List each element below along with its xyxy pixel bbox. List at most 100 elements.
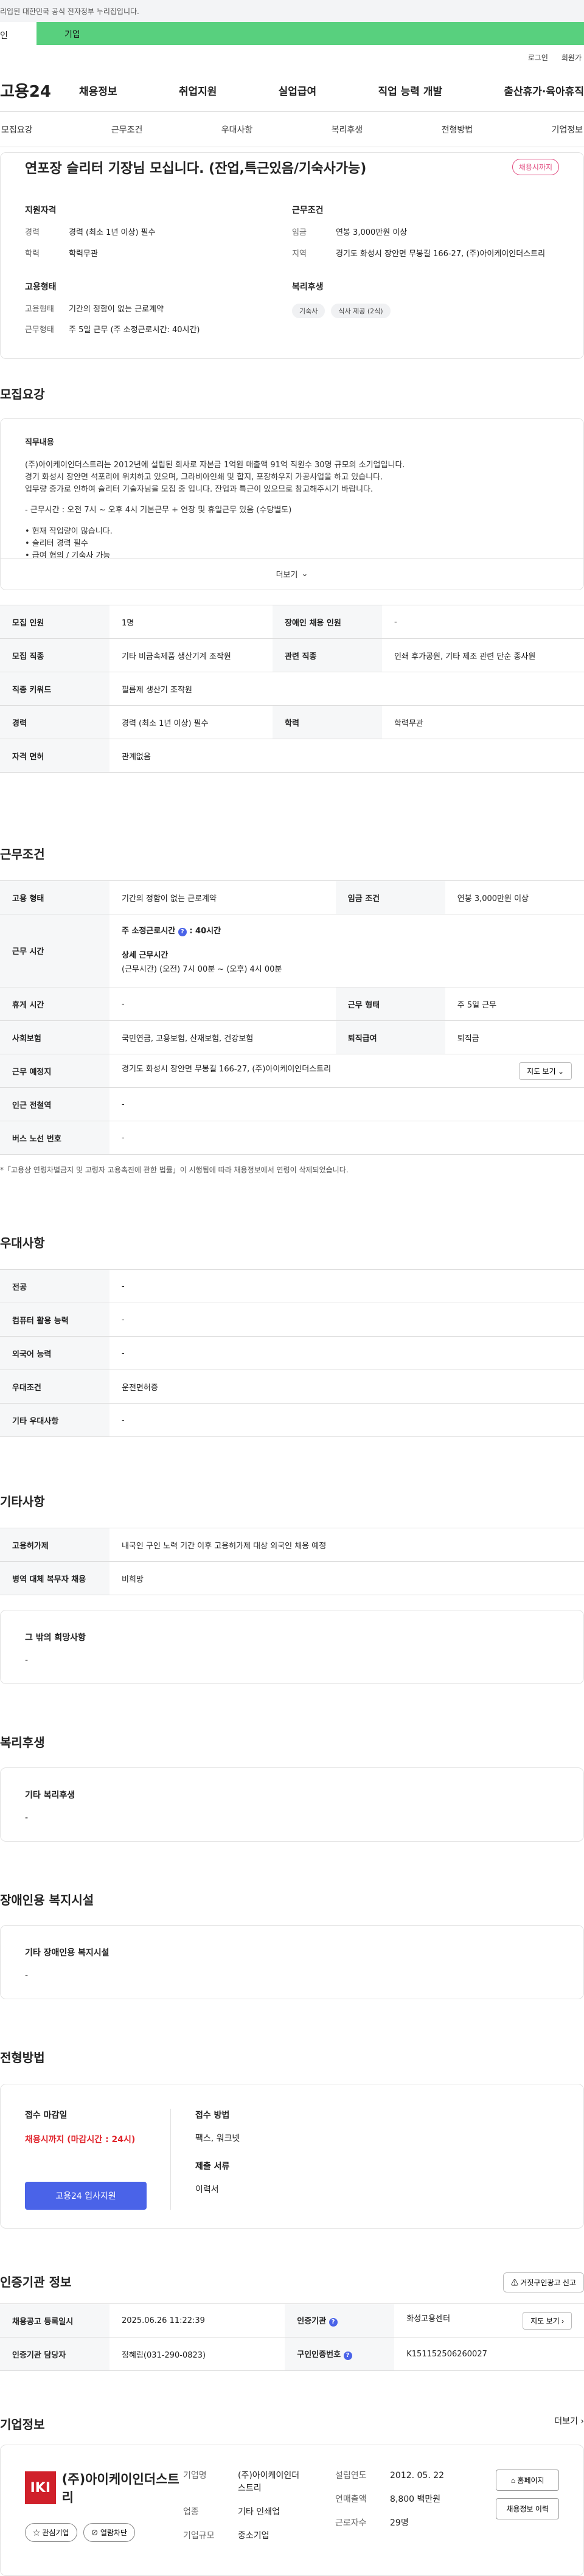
recruit-table: 모집 인원 1명 장애인 채용 인원 - 모집 직종 기타 비금속제품 생산기계… [0, 605, 584, 773]
cell-key: 경력 [0, 705, 109, 739]
report-icon: ⚠ [510, 2278, 518, 2287]
deadline-value: 채용시까지 (마감시간 : 24시) [25, 2135, 136, 2145]
nav-item-jobs[interactable]: 채용정보 [79, 83, 117, 98]
history-button[interactable]: 채용정보 이력 [496, 2498, 559, 2519]
favorite-button[interactable]: ☆ 관심기업 [25, 2523, 77, 2542]
hours-week-label: 주 소정근로시간 [122, 927, 176, 936]
table-row: 우대조건 운전면허증 [0, 1370, 584, 1404]
info-icon[interactable]: ? [178, 928, 187, 937]
section-tab-recruit[interactable]: 모집요강 [1, 124, 33, 136]
report-button[interactable]: ⚠ 거짓구인광고 신고 [502, 2272, 584, 2292]
chevron-right-icon: › [580, 2417, 584, 2426]
place-value: 경기도 화성시 장안면 무봉길 166-27, (주)아이케이인더스트리 [122, 1064, 332, 1074]
emptype-label: 고용형태 [25, 304, 54, 314]
company-name-value: (주)아이케이인더스트리 [238, 2471, 300, 2493]
cell-value: 비희망 [109, 1561, 584, 1595]
cell-key: 학력 [273, 705, 383, 739]
nav-item-employment-support[interactable]: 취업지원 [179, 83, 217, 98]
hours-detail: (근무시간) (오전) 7시 00분 ~ (오후) 4시 00분 [122, 964, 282, 974]
section-tab-welfare[interactable]: 복리후생 [332, 124, 363, 136]
join-link[interactable]: 회원가 [561, 52, 582, 63]
favorite-label: 관심기업 [42, 2529, 69, 2537]
homepage-button[interactable]: ⌂ 홈페이지 [496, 2470, 559, 2491]
nav-item-leave[interactable]: 출산휴가·육아휴직 [504, 83, 584, 98]
wage-label: 임금 [292, 228, 307, 237]
cell-value: 화성고용센터 지도 보기 › [394, 2303, 584, 2338]
other-wishes-label: 그 밖의 희망사항 [25, 1633, 86, 1643]
apply-box: 접수 마감일 채용시까지 (마감시간 : 24시) 고용24 입사지원 접수 방… [0, 2084, 584, 2229]
company-emp-key: 근로자수 [335, 2518, 367, 2528]
cell-key: 모집 직종 [0, 638, 109, 672]
info-icon[interactable]: ? [343, 2351, 352, 2360]
section-tab-pref[interactable]: 우대사항 [221, 124, 253, 136]
block-button[interactable]: ⊘ 열람차단 [83, 2523, 136, 2542]
emp-title: 고용형태 [25, 282, 57, 292]
cell-key: 자격 면허 [0, 739, 109, 773]
desc-line [25, 496, 559, 504]
cell-key: 인근 전철역 [0, 1087, 109, 1121]
cell-value: K151152506260027 [394, 2337, 584, 2371]
desc-line: 업무량 증가로 인하여 슬리터 기술자님을 모집 중 입니다. 잔업과 특근이 … [25, 485, 374, 495]
cell-key: 구인인증번호 ? [285, 2337, 395, 2371]
company-more-label: 더보기 [554, 2417, 578, 2426]
desc-line: • 급여 협의 / 기숙사 가능 [25, 551, 111, 558]
main-nav: 고용24 채용정보 취업지원 실업급여 직업 능력 개발 출산휴가·육아휴직 [0, 69, 584, 112]
pref-table: 전공 - 컴퓨터 활용 능력 - 외국어 능력 - 우대조건 운전면허증 기타 우대사항… [0, 1269, 584, 1437]
section-tab-apply[interactable]: 전형방법 [442, 124, 473, 136]
work-table: 고용 형태 기간의 정함이 없는 근로계약 임금 조건 연봉 3,000만원 이… [0, 880, 584, 1155]
apply-button[interactable]: 고용24 입사지원 [25, 2182, 147, 2210]
recruit-title: 모집요강 [0, 387, 45, 402]
company-box: IKI (주)아이케이인더스트리 ☆ 관심기업 ⊘ 열람차단 기업명 (주)아이케… [0, 2445, 584, 2576]
agency-map-button[interactable]: 지도 보기 › [523, 2311, 572, 2330]
region-label: 지역 [292, 249, 307, 259]
section-tab-work[interactable]: 근무조건 [111, 124, 143, 136]
section-nav: 모집요강 근무조건 우대사항 복리후생 전형방법 기업정보 [0, 112, 584, 147]
welfare-chip: 기숙사 [292, 303, 325, 318]
company-title: 기업정보 [0, 2417, 45, 2432]
welfare-title: 복리후생 [0, 1735, 45, 1750]
section-tab-company[interactable]: 기업정보 [551, 124, 583, 136]
wage-value: 연봉 3,000만원 이상 [336, 228, 408, 237]
docs-label: 제출 서류 [195, 2162, 230, 2171]
login-link[interactable]: 로그인 [528, 52, 548, 63]
topbar: 리입된 대한민국 공식 전자정부 누리집입니다. [0, 0, 584, 22]
welfare-box: 기타 복리후생 - [0, 1767, 584, 1842]
site-logo[interactable]: 고용24 [0, 79, 79, 102]
info-icon[interactable]: ? [328, 2318, 338, 2327]
more-button[interactable]: 더보기 ⌄ [1, 558, 583, 590]
cell-value: 연봉 3,000만원 이상 [445, 880, 584, 914]
table-row: 채용공고 등록일시 2025.06.26 11:22:39 인증기관 ? 화성고… [0, 2303, 584, 2338]
table-row: 버스 노선 번호 - [0, 1121, 584, 1155]
company-more-link[interactable]: 더보기 › [554, 2415, 584, 2427]
desc-line [25, 517, 559, 526]
job-description-box: 직무내용 (주)아이케이인더스트리는 2012년에 설립된 회사로 자본금 1억… [0, 418, 584, 590]
cell-key: 근무 형태 [335, 987, 445, 1021]
cell-value: 1명 [109, 605, 273, 639]
other-wishes-box: 그 밖의 희망사항 - [0, 1610, 584, 1684]
company-size-value: 중소기업 [238, 2531, 269, 2541]
disabled-box: 기타 장애인용 복지시설 - [0, 1925, 584, 1999]
tab-person[interactable]: 인 [0, 22, 36, 45]
disabled-value: - [25, 1971, 29, 1980]
emptype-value: 기간의 정함이 없는 근로계약 [69, 304, 164, 314]
table-row: 고용허가제 내국인 구인 노력 기간 이후 고용허가제 대상 외국인 채용 예정 [0, 1528, 584, 1562]
nav-item-training[interactable]: 직업 능력 개발 [378, 83, 442, 98]
desc-line: 경기 화성시 장안면 석포리에 위치하고 있으며, 그라비아인쇄 및 합지, 포… [25, 473, 383, 482]
agency-value: 화성고용센터 [406, 2314, 451, 2324]
edu-value: 학력무관 [69, 249, 98, 259]
table-row: 병역 대체 복무자 채용 비희망 [0, 1561, 584, 1595]
work-title: 근무조건 [0, 847, 45, 862]
nav-item-unemployment[interactable]: 실업급여 [279, 83, 317, 98]
summary-card: 연포장 슬리터 기장님 모십니다. (잔업,특근있음/기숙사가능) 채용시까지 … [0, 152, 584, 359]
cell-value: 국민연금, 고용보험, 산재보험, 건강보험 [109, 1020, 336, 1054]
num-key: 구인인증번호 [297, 2350, 341, 2359]
cell-value: 운전면허증 [109, 1370, 584, 1404]
map-button[interactable]: 지도 보기 ⌄ [519, 1062, 572, 1080]
cell-value: - [109, 1303, 584, 1337]
table-row: 휴게 시간 - 근무 형태 주 5일 근무 [0, 987, 584, 1021]
table-row: 인증기관 담당자 정혜림(031-290-0823) 구인인증번호 ? K151… [0, 2337, 584, 2371]
cell-value: - [109, 1336, 584, 1370]
cell-key: 휴게 시간 [0, 987, 109, 1021]
cell-key: 장애인 채용 인원 [273, 605, 383, 639]
tab-company[interactable]: 기업 [36, 22, 584, 45]
